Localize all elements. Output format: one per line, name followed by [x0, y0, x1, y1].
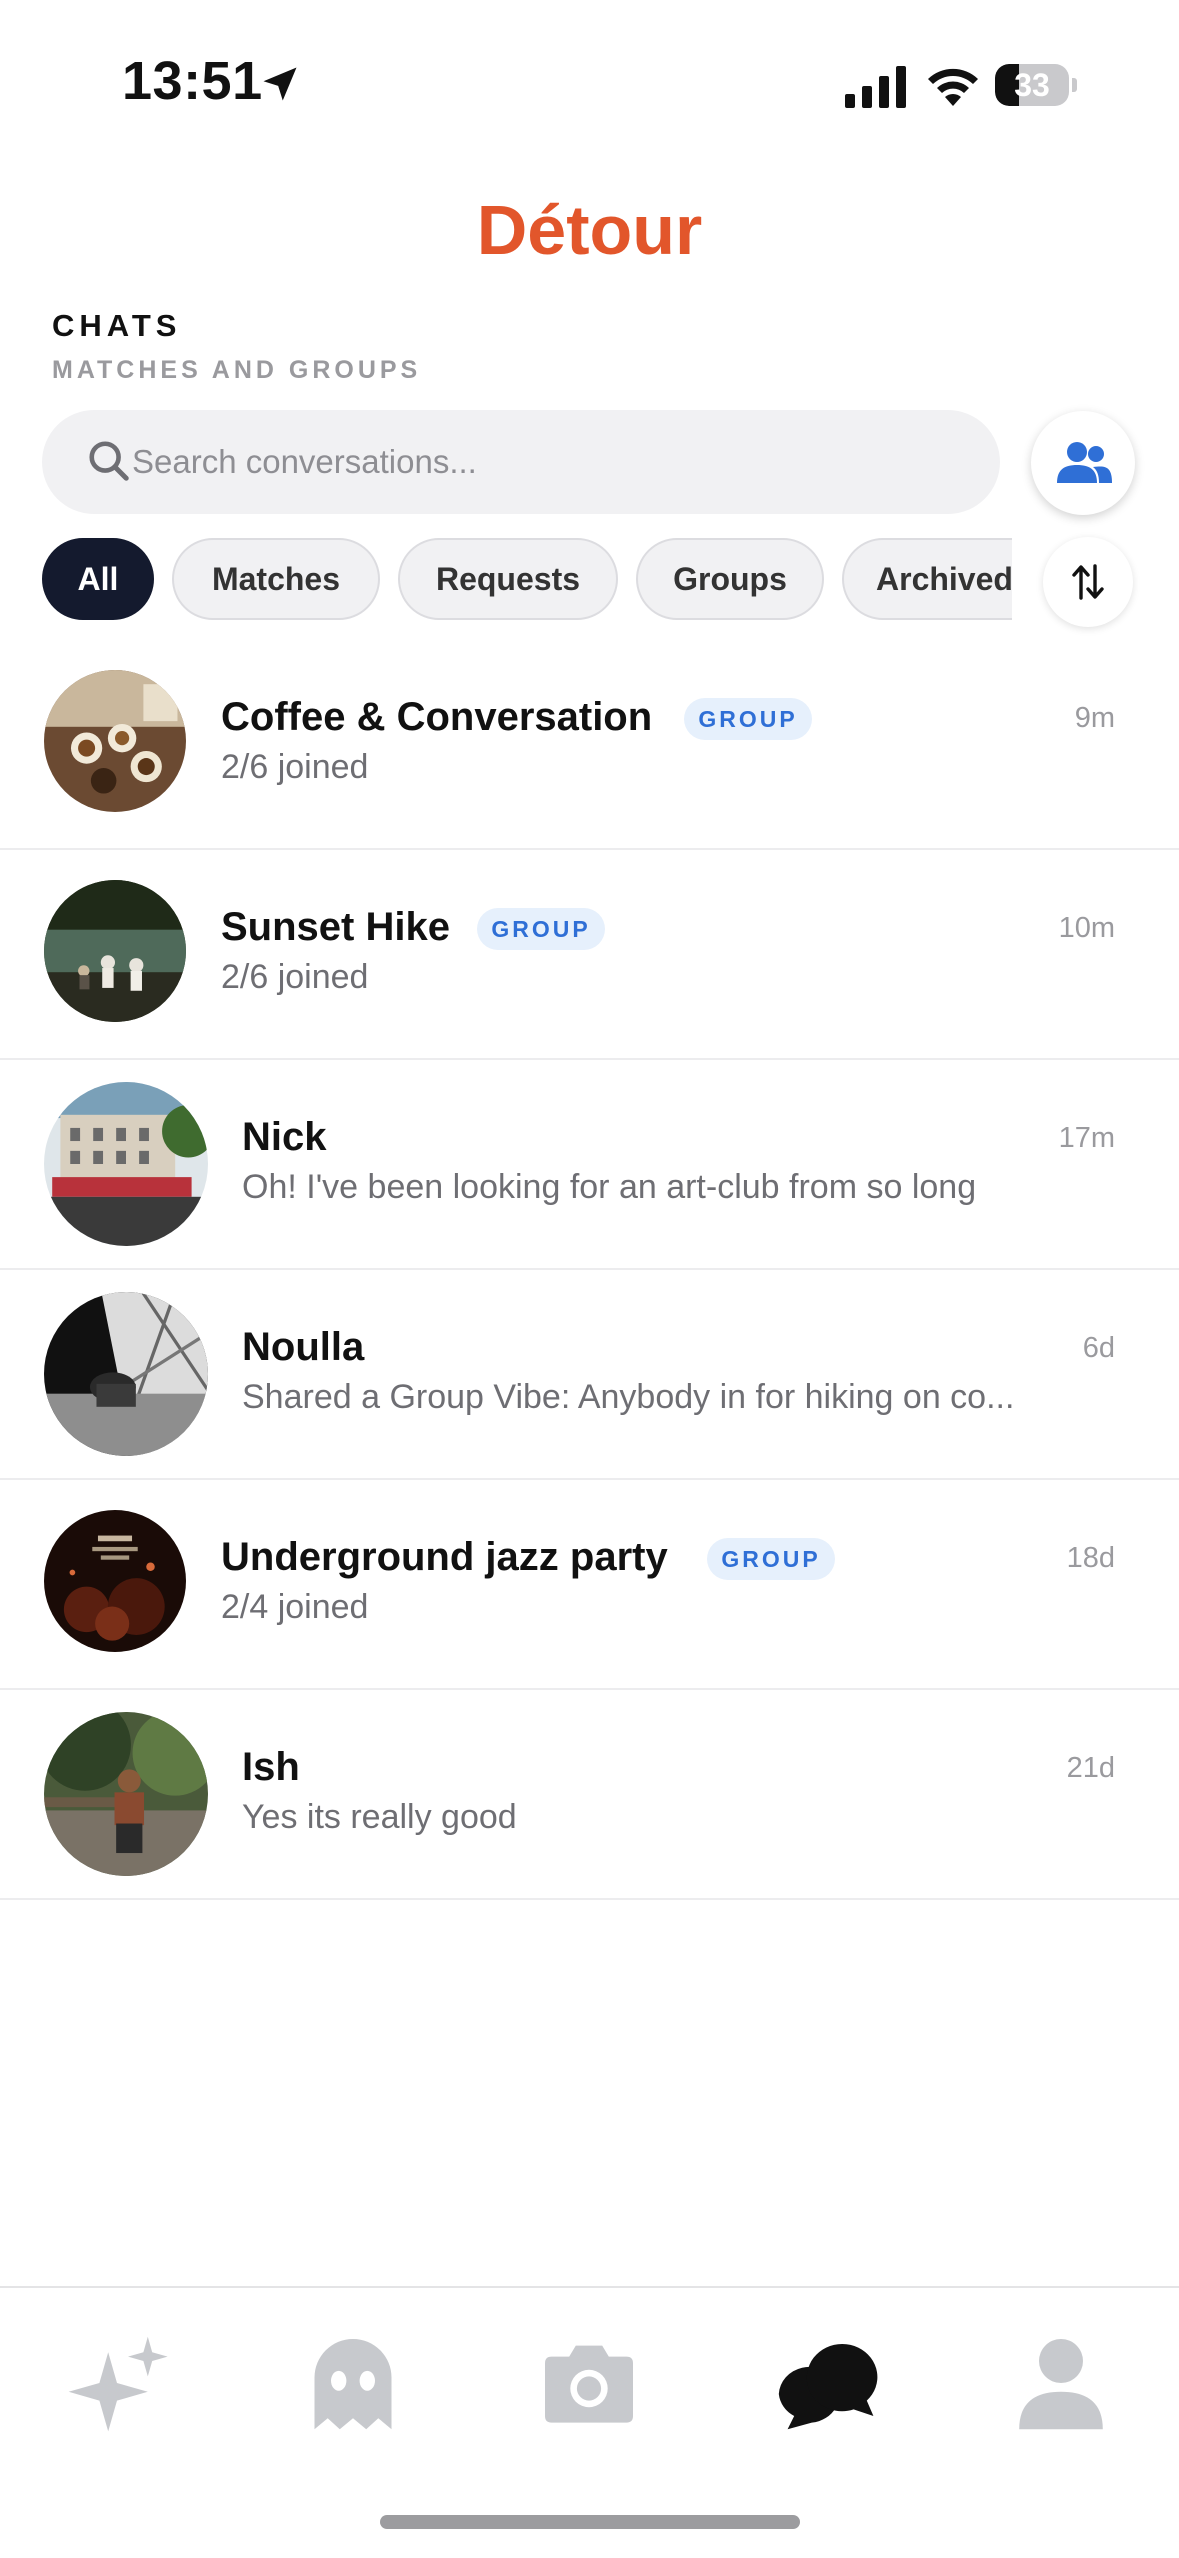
chat-name: Noulla — [242, 1325, 365, 1369]
group-avatar — [44, 1510, 186, 1652]
app-title: Détour — [476, 191, 703, 269]
status-bar: 13:51 33 — [0, 0, 1179, 170]
chat-name: Coffee & Conversation — [221, 695, 653, 739]
chat-time: 9m — [1074, 702, 1115, 734]
chat-name: Underground jazz party — [221, 1535, 668, 1579]
chat-preview: Yes its really good — [242, 1798, 517, 1836]
filter-chip-all[interactable]: All — [42, 538, 154, 620]
camera-icon — [545, 2345, 633, 2423]
chat-preview: Oh! I've been looking for an art-club fr… — [242, 1168, 977, 1206]
chat-time: 17m — [1058, 1122, 1115, 1154]
chat-row-noulla[interactable]: Noulla Shared a Group Vibe: Anybody in f… — [0, 1270, 1179, 1480]
filter-chips: All Matches Requests Groups Archived — [42, 538, 1012, 624]
group-avatar — [44, 880, 186, 1022]
tab-discover[interactable] — [62, 2328, 172, 2438]
filter-chip-requests[interactable]: Requests — [398, 538, 618, 620]
chat-preview: 2/6 joined — [221, 958, 369, 996]
chat-row-underground-jazz-party[interactable]: Underground jazz party GROUP 2/4 joined … — [0, 1480, 1179, 1690]
chat-preview: 2/6 joined — [221, 748, 369, 786]
search-input[interactable] — [132, 410, 952, 514]
search-bar[interactable] — [42, 410, 1000, 514]
chat-time: 18d — [1066, 1542, 1115, 1574]
home-indicator — [380, 2515, 800, 2529]
chat-row-sunset-hike[interactable]: Sunset Hike GROUP 2/6 joined 10m — [0, 850, 1179, 1060]
group-badge: GROUP — [477, 908, 605, 950]
chat-time: 6d — [1082, 1332, 1115, 1364]
filter-chip-groups[interactable]: Groups — [636, 538, 824, 620]
tab-chats[interactable] — [770, 2328, 880, 2438]
chat-name: Nick — [242, 1115, 327, 1159]
group-avatar — [44, 670, 186, 812]
people-icon — [1057, 442, 1112, 483]
tab-profile[interactable] — [1006, 2328, 1116, 2438]
group-contacts-button[interactable] — [1031, 411, 1135, 515]
sparkles-icon — [68, 2336, 168, 2432]
profile-avatar — [44, 1082, 208, 1246]
sort-arrows-icon — [1072, 564, 1104, 600]
chat-time: 10m — [1058, 912, 1115, 944]
battery-indicator: 33 — [995, 64, 1077, 106]
chat-list: Coffee & Conversation GROUP 2/6 joined 9… — [0, 640, 1179, 1900]
group-badge: GROUP — [707, 1538, 835, 1580]
group-badge: GROUP — [684, 698, 812, 740]
battery-percent: 33 — [1014, 67, 1050, 103]
chat-row-nick[interactable]: Nick Oh! I've been looking for an art-cl… — [0, 1060, 1179, 1270]
profile-avatar — [44, 1712, 208, 1876]
chat-row-coffee-conversation[interactable]: Coffee & Conversation GROUP 2/6 joined 9… — [0, 640, 1179, 850]
ghost-icon — [314, 2339, 392, 2430]
section-subtitle: MATCHES AND GROUPS — [52, 356, 422, 384]
chat-preview: 2/4 joined — [221, 1588, 369, 1626]
wifi-icon — [928, 68, 978, 106]
tab-camera[interactable] — [534, 2328, 644, 2438]
chat-name: Ish — [242, 1745, 300, 1789]
tab-ghost[interactable] — [298, 2328, 408, 2438]
chat-row-ish[interactable]: Ish Yes its really good 21d — [0, 1690, 1179, 1900]
search-icon — [89, 441, 129, 481]
status-time: 13:51 — [122, 51, 263, 111]
filter-chip-archived[interactable]: Archived — [842, 538, 1012, 620]
profile-avatar — [44, 1292, 208, 1456]
chat-time: 21d — [1066, 1752, 1115, 1784]
chat-name: Sunset Hike — [221, 905, 450, 949]
sort-button[interactable] — [1043, 537, 1133, 627]
location-arrow-icon — [263, 67, 297, 101]
cellular-signal-icon — [845, 66, 906, 108]
chat-bubbles-icon — [778, 2344, 878, 2430]
profile-icon — [1019, 2339, 1103, 2430]
section-title: CHATS — [52, 308, 182, 343]
filter-chip-matches[interactable]: Matches — [172, 538, 380, 620]
chat-preview: Shared a Group Vibe: Anybody in for hiki… — [242, 1378, 1015, 1416]
